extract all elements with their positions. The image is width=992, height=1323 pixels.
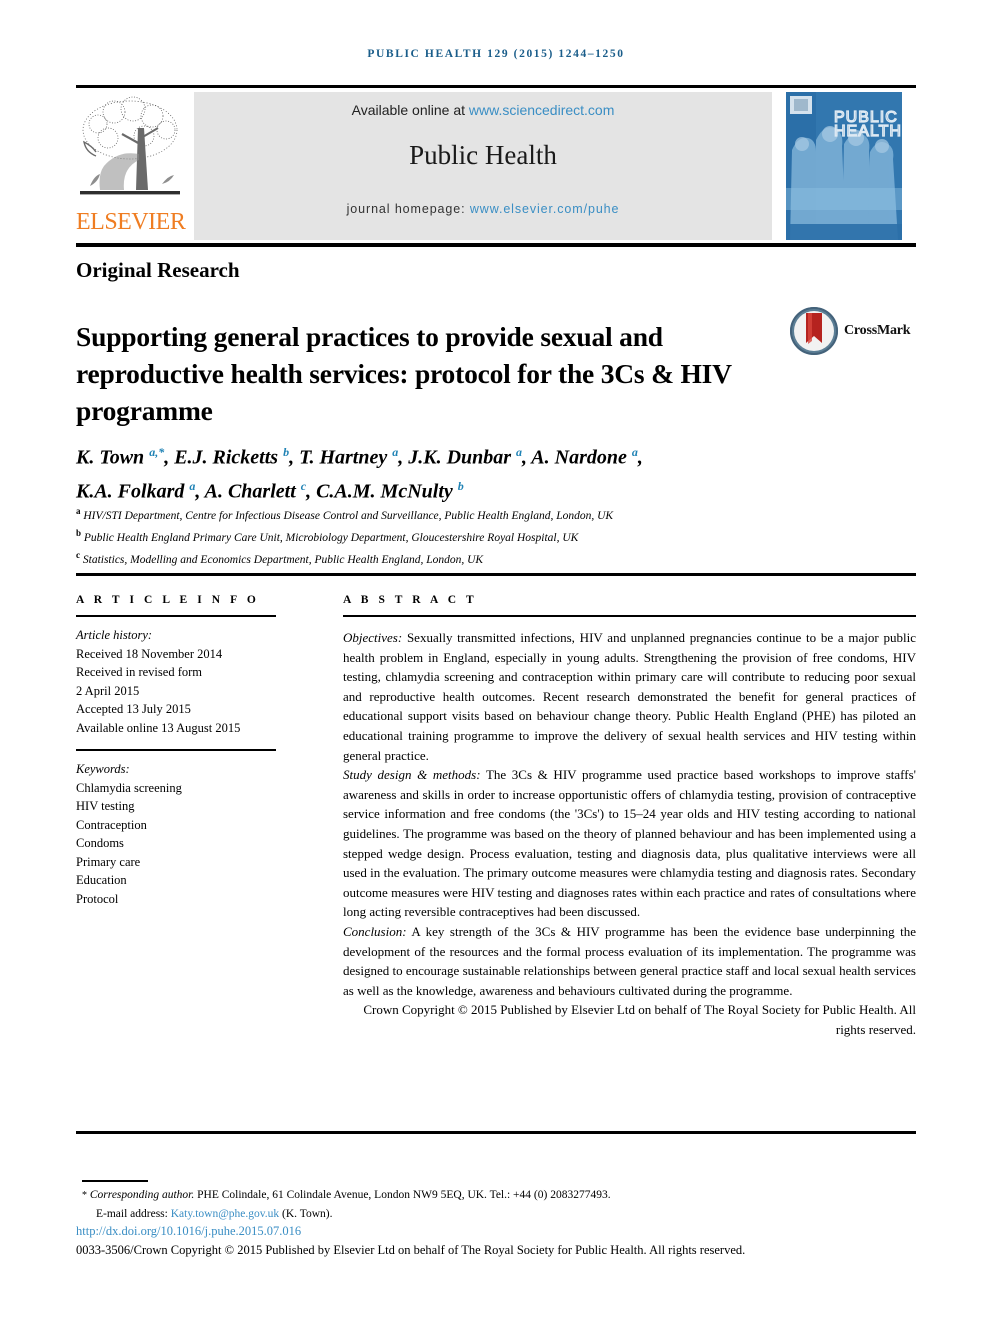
conclusion-label: Conclusion:	[343, 923, 407, 939]
crossmark-badge[interactable]: CrossMark	[788, 305, 912, 361]
objectives-text: Sexually transmitted infections, HIV and…	[343, 630, 916, 763]
journal-cover-thumbnail: PUBLIC HEALTH	[786, 92, 902, 240]
svg-text:HEALTH: HEALTH	[834, 123, 902, 140]
email-suffix: (K. Town).	[279, 1208, 333, 1220]
conclusion-text: A key strength of the 3Cs & HIV programm…	[343, 923, 916, 998]
masthead-bottom-rule	[76, 243, 916, 247]
keyword-item: Chlamydia screening	[76, 780, 182, 795]
keyword-item: Primary care	[76, 854, 141, 869]
affiliation-item: b Public Health England Primary Care Uni…	[76, 525, 896, 547]
article-first-page: PUBLIC HEALTH 129 (2015) 1244–1250 ELSEV…	[0, 0, 992, 1323]
affiliation-text: Public Health England Primary Care Unit,…	[83, 531, 579, 544]
affiliation-marker: b	[76, 527, 82, 538]
journal-homepage-link[interactable]: www.elsevier.com/puhe	[470, 202, 620, 216]
corresponding-author-note: * Corresponding author. PHE Colindale, 6…	[82, 1186, 912, 1223]
article-info-heading: A R T I C L E I N F O	[76, 594, 260, 606]
doi-link[interactable]: http://dx.doi.org/10.1016/j.puhe.2015.07…	[76, 1224, 301, 1239]
elsevier-wordmark: ELSEVIER	[76, 209, 186, 235]
abstract-objectives: Objectives: Sexually transmitted infecti…	[343, 628, 916, 765]
keyword-item: Education	[76, 873, 127, 887]
study-design-text: The 3Cs & HIV programme used practice ba…	[343, 767, 916, 920]
abstract-study-design: Study design & methods: The 3Cs & HIV pr…	[343, 765, 916, 922]
email-line: E-mail address: Katy.town@phe.gov.uk (K.…	[82, 1205, 912, 1223]
history-item: 2 April 2015	[76, 683, 140, 698]
abstract-column: A B S T R A C T Objectives: Sexually tra…	[343, 594, 916, 1039]
corresponding-author-label: Corresponding author.	[89, 1189, 195, 1201]
keyword-item: Contraception	[76, 817, 147, 832]
crossmark-label: CrossMark	[844, 323, 911, 338]
email-label: E-mail address:	[96, 1208, 171, 1220]
masthead-center-panel: Available online at www.sciencedirect.co…	[194, 92, 772, 240]
journal-cover-art: PUBLIC HEALTH	[786, 92, 902, 240]
masthead-top-rule	[76, 85, 916, 88]
elsevier-tree-icon	[80, 96, 180, 195]
abstract-conclusion: Conclusion: A key strength of the 3Cs & …	[343, 922, 916, 1000]
keyword-item: HIV testing	[76, 799, 135, 813]
footnote-rule	[82, 1180, 148, 1182]
abstract-heading: A B S T R A C T	[343, 594, 478, 606]
keywords-block: Keywords: Chlamydia screening HIV testin…	[76, 760, 276, 908]
journal-masthead: ELSEVIER Available online at www.science…	[76, 92, 916, 240]
elsevier-logo: ELSEVIER	[76, 92, 186, 240]
keywords-rule	[76, 749, 276, 751]
history-item: Accepted 13 July 2015	[76, 702, 191, 716]
available-online-line: Available online at www.sciencedirect.co…	[194, 102, 772, 118]
journal-homepage-label: journal homepage:	[346, 202, 470, 216]
keywords-label: Keywords:	[76, 762, 130, 776]
email-link[interactable]: Katy.town@phe.gov.uk	[171, 1208, 279, 1220]
article-type-label: Original Research	[76, 258, 240, 282]
history-item: Available online 13 August 2015	[76, 720, 241, 735]
available-online-label: Available online at	[351, 102, 469, 118]
author-line-2: K.A. Folkard a, A. Charlett c, C.A.M. Mc…	[76, 478, 464, 503]
study-design-label: Study design & methods:	[343, 767, 481, 783]
affiliation-item: a HIV/STI Department, Centre for Infecti…	[76, 503, 896, 525]
article-info-column: A R T I C L E I N F O Article history: R…	[76, 594, 276, 908]
objectives-label: Objectives:	[343, 630, 403, 645]
page-title: Supporting general practices to provide …	[76, 321, 732, 427]
affiliation-item: c Statistics, Modelling and Economics De…	[76, 547, 896, 569]
abstract-copyright: Crown Copyright © 2015 Published by Else…	[363, 1002, 916, 1037]
running-head: PUBLIC HEALTH 129 (2015) 1244–1250	[367, 48, 625, 60]
crossmark-icon	[790, 307, 838, 355]
corresponding-author-marker: *	[82, 1190, 87, 1201]
corresponding-author-address: PHE Colindale, 61 Colindale Avenue, Lond…	[194, 1189, 611, 1201]
corresponding-author-line: * Corresponding author. PHE Colindale, 6…	[82, 1186, 912, 1205]
affiliation-text: HIV/STI Department, Centre for Infectiou…	[83, 509, 614, 522]
keyword-item: Protocol	[76, 891, 119, 906]
abstract-body: Objectives: Sexually transmitted infecti…	[343, 628, 916, 1039]
journal-title: Public Health	[409, 140, 557, 170]
affiliation-text: Statistics, Modelling and Economics Depa…	[82, 553, 484, 566]
info-abstract-top-rule	[76, 573, 916, 576]
article-info-rule	[76, 615, 276, 617]
author-list: K. Town a,*, E.J. Ricketts b, T. Hartney…	[76, 438, 896, 505]
history-item: Received in revised form	[76, 665, 202, 679]
affiliation-list: a HIV/STI Department, Centre for Infecti…	[76, 503, 896, 568]
keyword-item: Condoms	[76, 836, 124, 850]
affiliation-marker: c	[76, 549, 80, 560]
history-item: Received 18 November 2014	[76, 646, 223, 661]
affiliation-marker: a	[76, 506, 81, 516]
sciencedirect-link[interactable]: www.sciencedirect.com	[469, 102, 615, 118]
abstract-rule	[343, 615, 916, 617]
article-history-label: Article history:	[76, 628, 153, 642]
issn-copyright-line: 0033-3506/Crown Copyright © 2015 Publish…	[76, 1243, 746, 1257]
article-history-block: Article history: Received 18 November 20…	[76, 626, 276, 737]
journal-homepage-line: journal homepage: www.elsevier.com/puhe	[194, 202, 772, 216]
footer-rule	[76, 1131, 916, 1134]
author-line-1: K. Town a,*, E.J. Ricketts b, T. Hartney…	[76, 445, 643, 469]
